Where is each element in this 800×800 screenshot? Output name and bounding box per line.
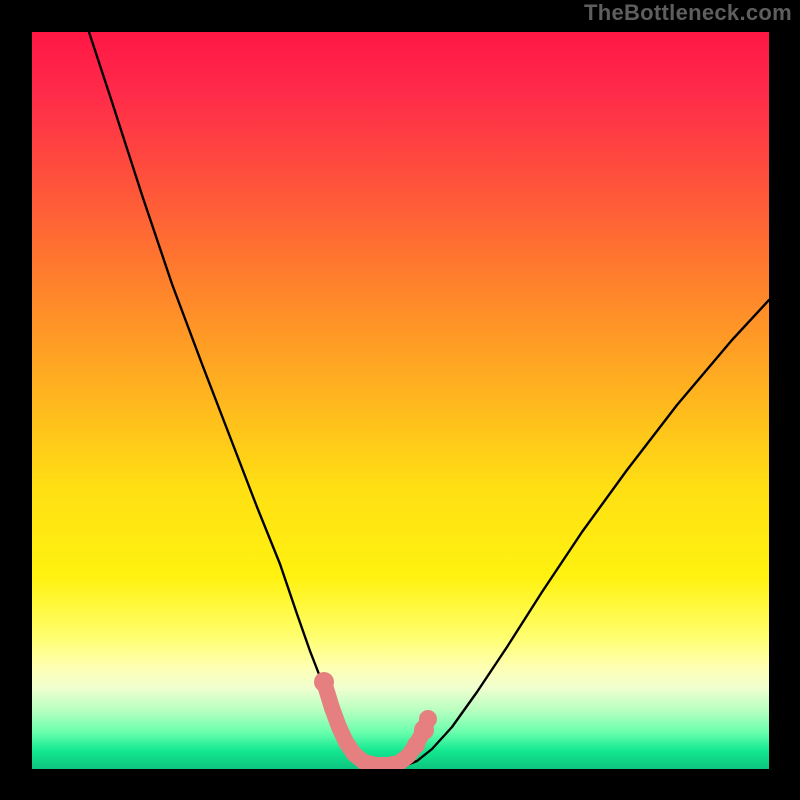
frame: TheBottleneck.com (0, 0, 800, 800)
highlight-dot (324, 700, 340, 716)
watermark-label: TheBottleneck.com (584, 0, 792, 26)
chart-svg (32, 32, 769, 769)
bottleneck-curve (89, 32, 769, 767)
highlight-dot (331, 719, 347, 735)
highlight-dot (419, 710, 437, 728)
highlight-markers (314, 672, 437, 769)
highlight-dot (314, 672, 334, 692)
plot-area (32, 32, 769, 769)
